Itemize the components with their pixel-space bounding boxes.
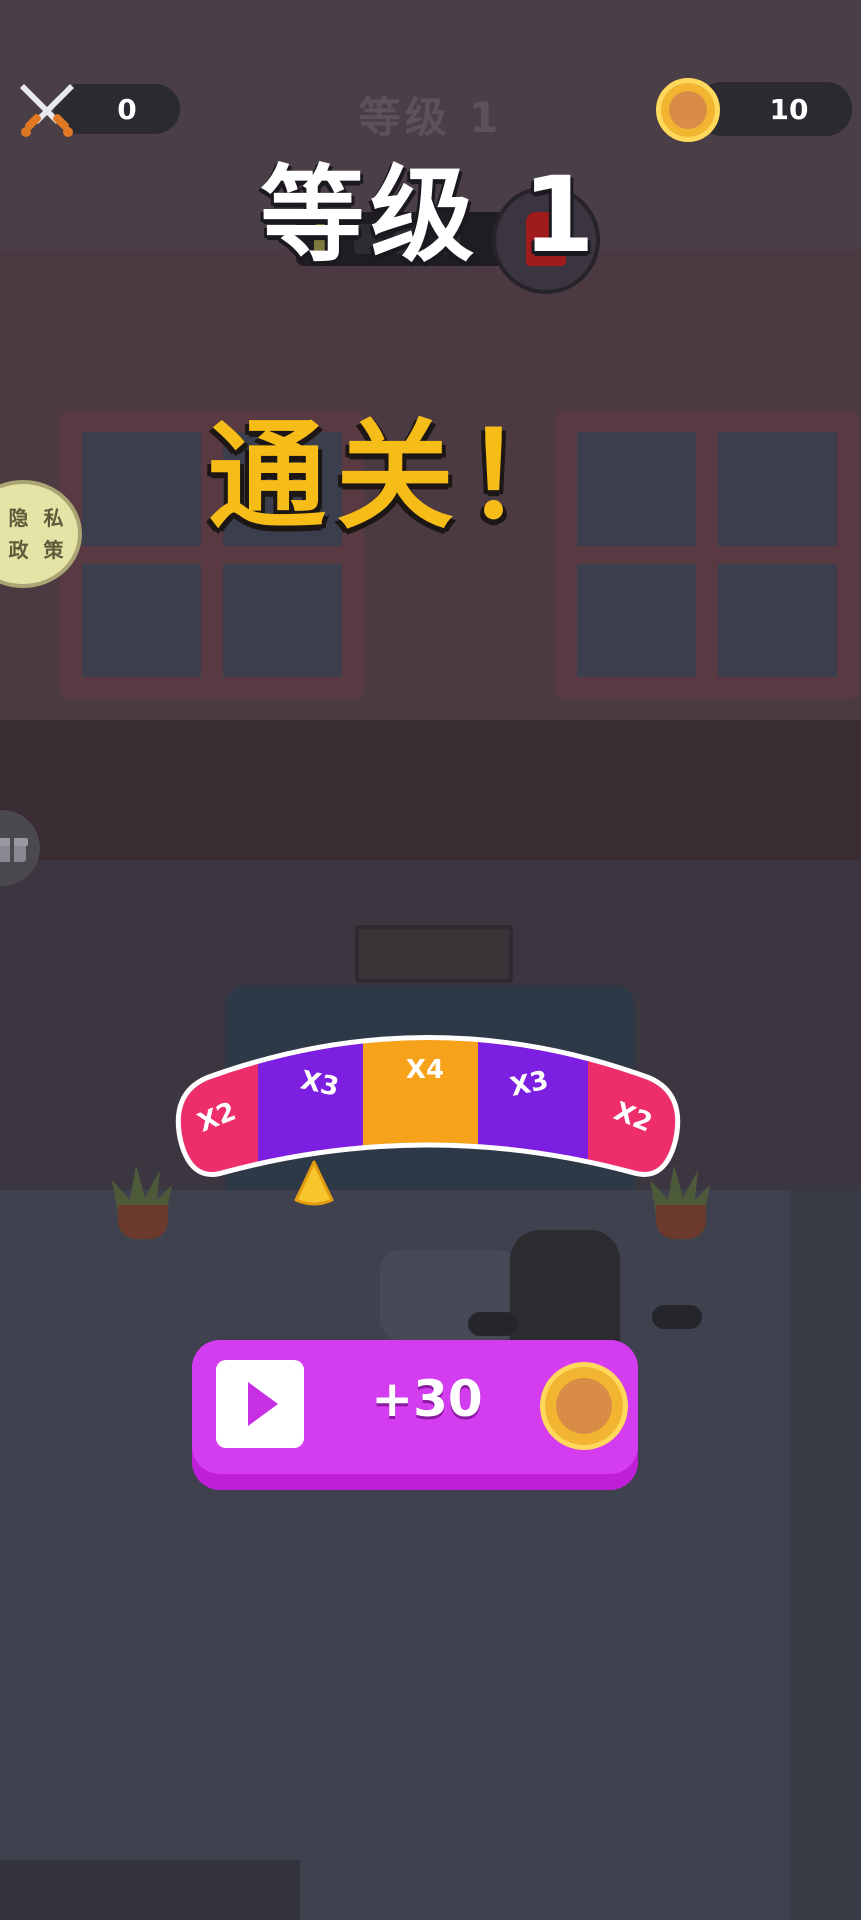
- plant-pot-left: [118, 1205, 168, 1239]
- defeated-enemy: [510, 1230, 620, 1350]
- floor-shadow: [0, 1860, 300, 1920]
- privacy-line-1: 隐 私: [8, 506, 68, 530]
- play-icon: [248, 1382, 278, 1426]
- wheel-pointer-icon: [294, 1160, 334, 1206]
- multiplier-wheel: X2X3 X4 X3X2: [175, 1035, 681, 1177]
- privacy-line-2: 政 策: [8, 538, 68, 562]
- floor-edge: [790, 1190, 861, 1920]
- enemy-hand-right: [652, 1305, 702, 1329]
- play-video-box: [216, 1360, 304, 1448]
- wheel-segment-label-3: X4: [406, 1055, 444, 1085]
- level-banner: 等级 1: [260, 154, 601, 276]
- wheel-segment-3: [363, 1040, 479, 1172]
- watch-ad-bonus-button[interactable]: +30: [192, 1340, 638, 1490]
- wall-shelf: [355, 925, 513, 983]
- plant-pot-right: [656, 1205, 706, 1239]
- privacy-policy-label: 隐 私 政 策: [8, 502, 68, 566]
- bonus-amount: +30: [371, 1370, 483, 1428]
- gift-icon: [0, 838, 28, 862]
- enemy-hand-left: [468, 1312, 518, 1336]
- level-clear-text: 通关！: [207, 407, 592, 545]
- wall-band: [0, 720, 861, 860]
- coin-icon-bonus: [540, 1362, 628, 1450]
